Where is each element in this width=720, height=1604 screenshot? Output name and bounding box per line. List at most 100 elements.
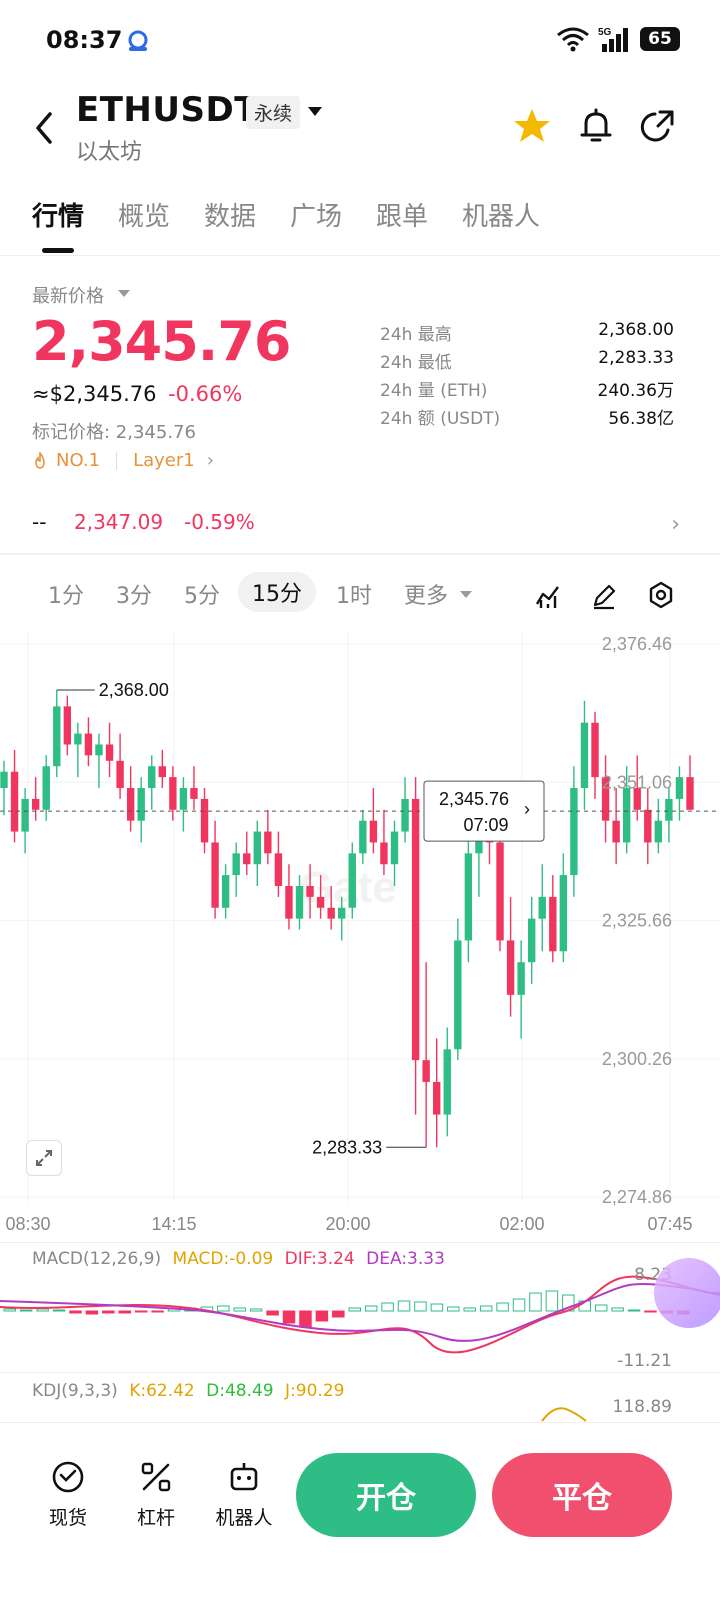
candlestick-svg[interactable]: Gate 2,345.76 07:09 › 2,368.00 2,283.33 2,37… <box>0 632 720 1242</box>
chevron-right-icon: › <box>524 799 530 819</box>
stat-value: 2,368.00 <box>598 320 674 340</box>
star-favorite-icon[interactable] <box>512 106 552 146</box>
fullscreen-button[interactable] <box>26 1140 62 1176</box>
robot-icon <box>230 1463 258 1491</box>
draw-pencil-icon[interactable] <box>590 582 618 610</box>
stat-row: 24h 最高 2,368.00 <box>380 320 674 348</box>
tab-square[interactable]: 广场 <box>290 196 342 233</box>
macd-histogram-bar <box>332 1310 345 1318</box>
candle-body <box>232 853 240 876</box>
open-position-button[interactable]: 开仓 <box>296 1453 476 1537</box>
tab-copy-trading[interactable]: 跟单 <box>376 196 428 233</box>
candle-body <box>158 766 167 778</box>
stats-panel: 24h 最高 2,368.00 24h 最低 2,283.33 24h 量 (E… <box>380 320 674 432</box>
candle-body <box>200 798 209 843</box>
share-icon[interactable] <box>638 106 678 146</box>
stat-label: 24h 额 (USDT) <box>380 409 501 429</box>
y-axis-tick-label: 2,376.46 <box>602 634 672 654</box>
macd-histogram-bar <box>3 1308 16 1312</box>
interval-15m[interactable]: 15分 <box>238 572 316 612</box>
network-type-label: 5G <box>598 27 612 38</box>
macd-histogram-bar <box>381 1302 394 1312</box>
candle-body <box>549 896 557 952</box>
section-divider <box>0 553 720 555</box>
tag-row[interactable]: NO.1 Layer1 › <box>32 450 214 471</box>
candle-body <box>422 1060 430 1082</box>
candle-body <box>74 733 82 745</box>
candle-body <box>295 885 304 919</box>
cellular-signal-icon: 5G <box>598 27 628 52</box>
pair-title[interactable]: ETHUSDT <box>76 90 258 130</box>
nav-spot[interactable]: 现货 <box>28 1459 108 1530</box>
candle-body <box>179 788 188 810</box>
tab-overview[interactable]: 概览 <box>118 196 170 233</box>
interval-3m[interactable]: 3分 <box>116 578 152 610</box>
tag-divider <box>116 451 118 470</box>
nav-bots-label: 机器人 <box>215 1507 273 1529</box>
interval-5m[interactable]: 5分 <box>184 578 220 610</box>
macd-histogram-bar <box>266 1310 279 1316</box>
status-icons: 5G 65 <box>556 26 680 52</box>
stat-value: 2,283.33 <box>598 348 674 368</box>
kdj-line <box>541 1407 587 1422</box>
wifi-icon <box>557 27 589 52</box>
macd-histogram-bar <box>627 1309 641 1312</box>
candle-body <box>380 842 388 865</box>
latest-price-dropdown-icon[interactable] <box>118 290 130 297</box>
main-tabs: 行情 概览 数据 广场 跟单 机器人 <box>0 196 720 256</box>
high-price-label: 2,368.00 <box>99 680 169 700</box>
macd-histogram-bar <box>430 1303 444 1312</box>
macd-histogram-bar <box>282 1310 296 1324</box>
latest-price-label[interactable]: 最新价格 <box>32 282 104 308</box>
macd-histogram-bar <box>217 1305 230 1312</box>
bell-alert-icon[interactable] <box>576 106 616 146</box>
candle-body <box>443 1049 451 1115</box>
indicator-icon[interactable] <box>534 582 562 610</box>
close-position-button[interactable]: 平仓 <box>492 1453 672 1537</box>
macd-histogram-bar <box>364 1305 378 1312</box>
contract-type-tag[interactable]: 永续 <box>246 96 301 129</box>
candle-body <box>591 722 599 778</box>
current-price-label: 2,345.76 <box>439 789 509 809</box>
floating-assistant-button[interactable] <box>654 1258 720 1328</box>
macd-histogram-bar <box>545 1290 559 1312</box>
candle-body <box>243 853 251 865</box>
rank-tag: NO.1 <box>56 450 101 471</box>
macd-histogram-bar <box>134 1310 148 1313</box>
more-dropdown-icon[interactable] <box>460 591 472 598</box>
macd-histogram-bar <box>69 1310 82 1314</box>
interval-1h[interactable]: 1时 <box>336 578 372 610</box>
interval-more[interactable]: 更多 <box>404 578 448 610</box>
nav-margin[interactable]: 杠杆 <box>116 1459 196 1530</box>
candle-body <box>221 875 230 908</box>
back-arrow-icon[interactable] <box>30 108 58 148</box>
candle-body <box>253 831 261 865</box>
tab-market[interactable]: 行情 <box>32 196 84 233</box>
candle-body <box>327 907 335 919</box>
candle-body <box>644 809 652 843</box>
nav-bots[interactable]: 机器人 <box>204 1459 284 1530</box>
candle-body <box>190 788 198 799</box>
macd-histogram-bar <box>463 1307 476 1312</box>
candle-body <box>411 798 420 1061</box>
macd-histogram-bar <box>102 1310 115 1314</box>
x-axis-tick-label: 07:45 <box>647 1214 692 1234</box>
kdj-y-top: 118.89 <box>612 1397 672 1417</box>
chart-settings-icon[interactable] <box>646 580 676 610</box>
candlestick-chart[interactable]: Gate 2,345.76 07:09 › 2,368.00 2,283.33 2,37… <box>0 632 720 1242</box>
tab-data[interactable]: 数据 <box>204 196 256 233</box>
stat-value: 56.38亿 <box>608 409 674 429</box>
kdj-k: K:62.42 <box>129 1381 195 1401</box>
status-time: 08:37 <box>46 26 123 54</box>
tab-bots[interactable]: 机器人 <box>462 196 540 233</box>
candle-body <box>454 940 462 1050</box>
macd-histogram-bar <box>611 1307 624 1312</box>
candle-body <box>496 842 504 941</box>
candle-body <box>401 798 409 832</box>
macd-histogram-bar <box>529 1292 542 1312</box>
macd-panel: MACD(12,26,9) MACD:-0.09 DIF:3.24 DEA:3.… <box>0 1242 720 1372</box>
x-axis-tick-label: 20:00 <box>325 1214 370 1234</box>
interval-1m[interactable]: 1分 <box>48 578 84 610</box>
pair-dropdown-icon[interactable] <box>308 107 322 116</box>
candle-body <box>506 940 515 995</box>
